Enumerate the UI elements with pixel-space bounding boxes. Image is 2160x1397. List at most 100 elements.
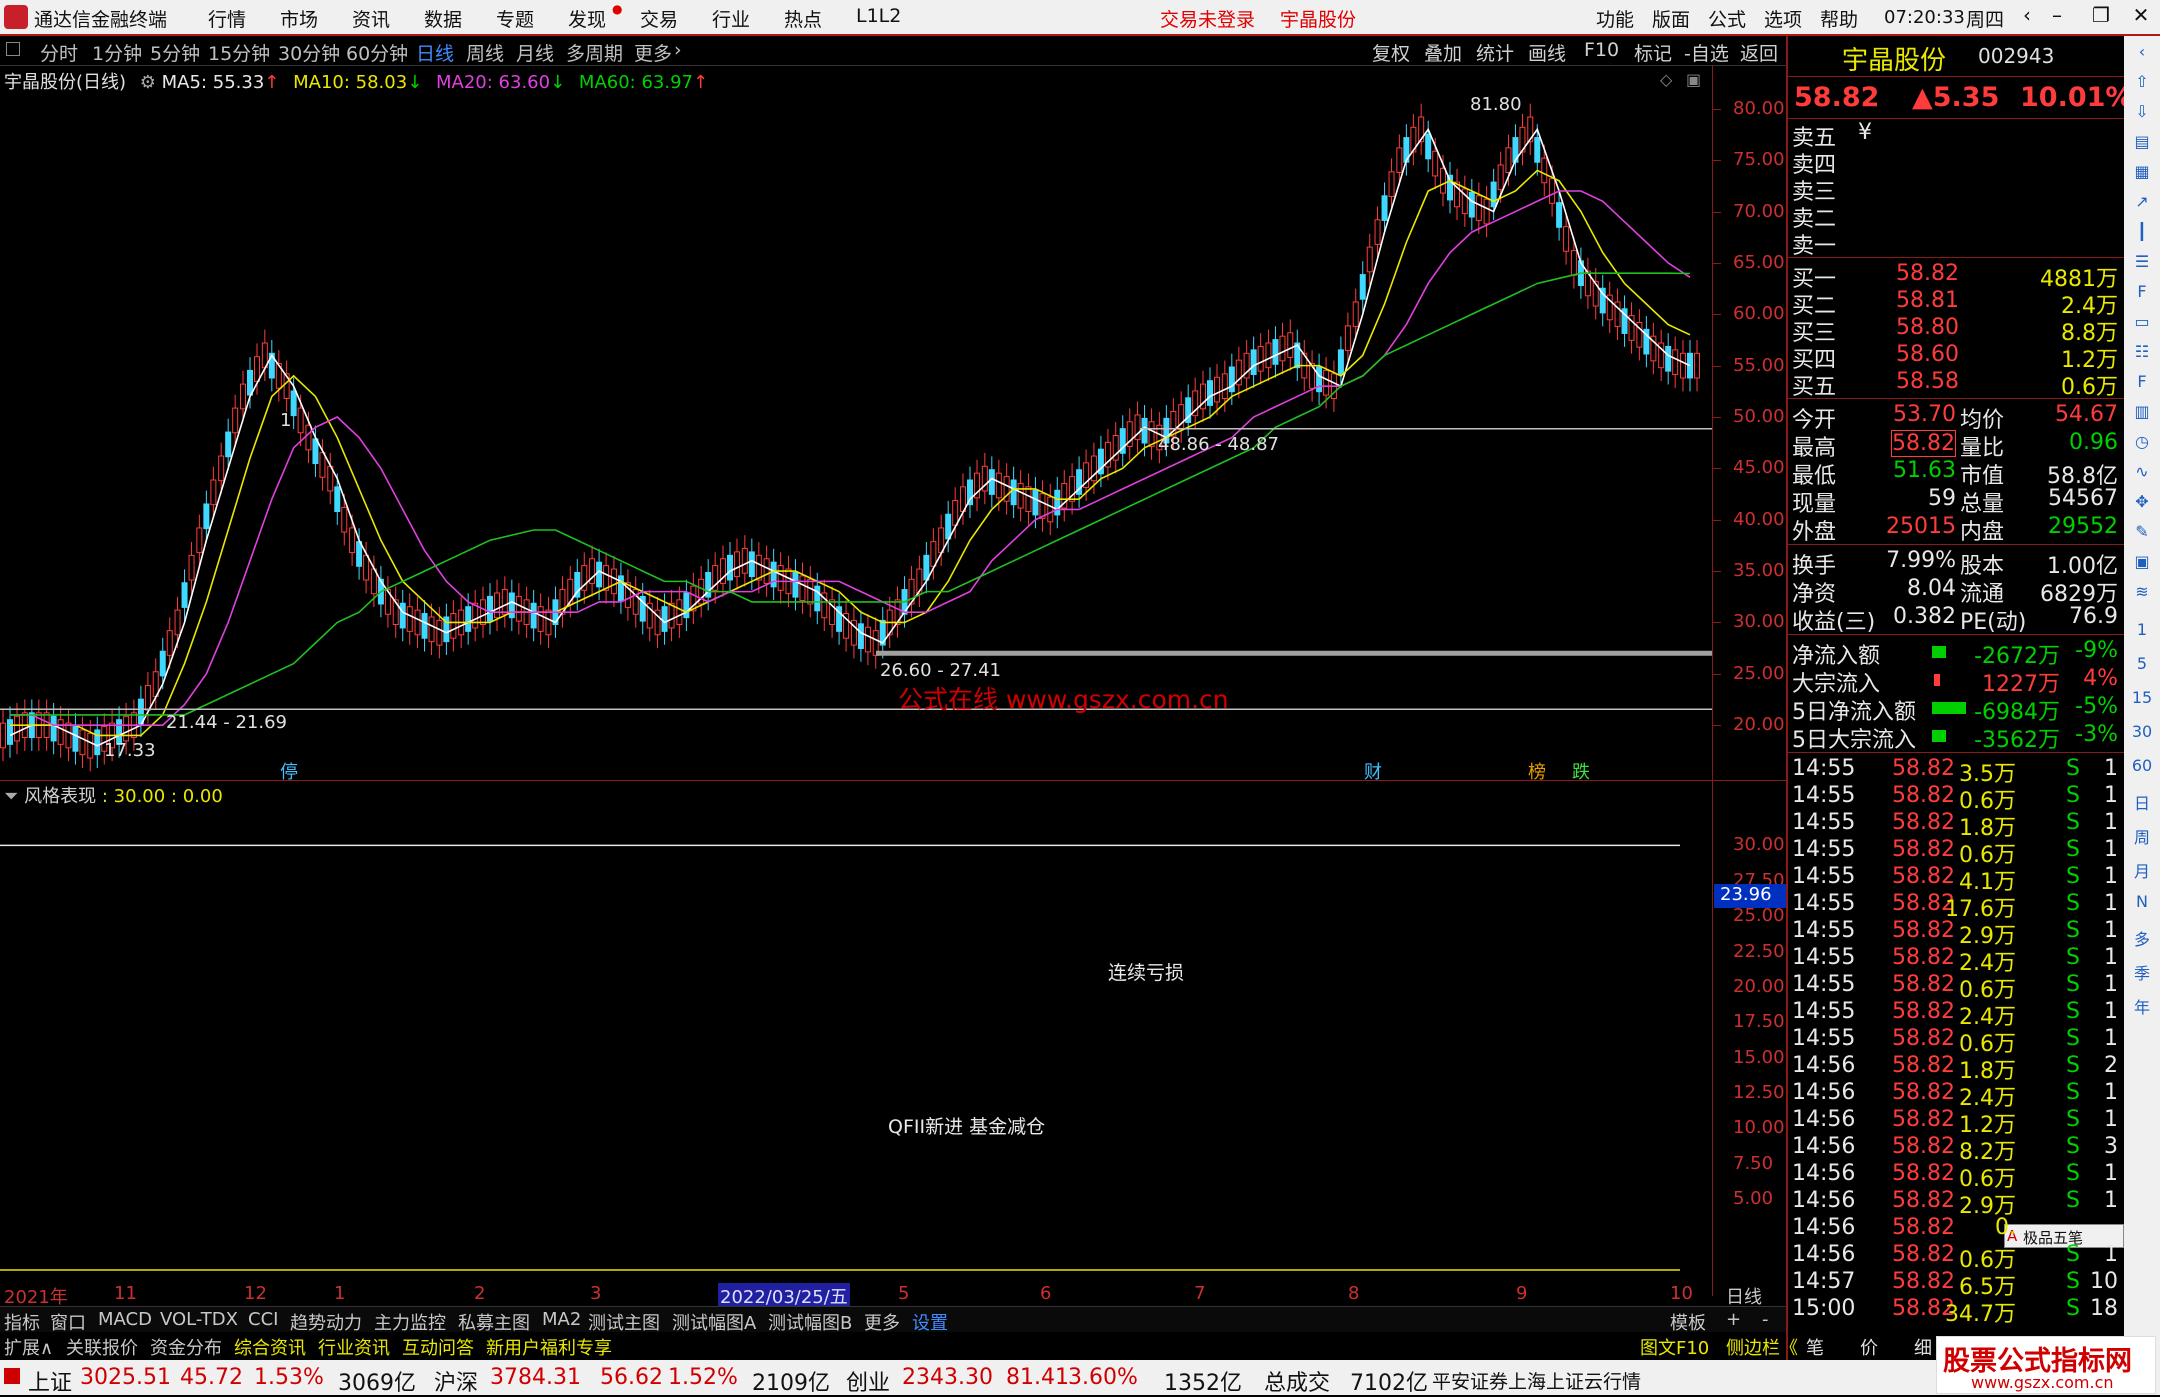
- up-icon[interactable]: ⇧: [2130, 72, 2154, 96]
- diamond-icon[interactable]: ◇: [1660, 70, 1672, 89]
- back-arrow-icon[interactable]: ‹: [2012, 3, 2042, 31]
- menu-redian[interactable]: 热点: [784, 5, 822, 32]
- doc-icon[interactable]: ▭: [2130, 312, 2154, 336]
- kline-chart[interactable]: [0, 66, 1712, 780]
- tick-price: 58.82: [1892, 1269, 1955, 1294]
- menu-l1l2[interactable]: L1L2: [856, 5, 901, 27]
- tab-cci[interactable]: CCI: [248, 1309, 278, 1330]
- window-icon[interactable]: ▣: [1686, 70, 1701, 89]
- menu-gongneng[interactable]: 功能: [1596, 5, 1634, 32]
- pen-icon[interactable]: ✎: [2130, 522, 2154, 546]
- period-weekly[interactable]: 周线: [466, 39, 504, 66]
- menu-hangqing[interactable]: 行情: [208, 5, 246, 32]
- trend-icon[interactable]: ↗: [2130, 192, 2154, 216]
- tick-count: 1: [2104, 1188, 2118, 1213]
- btn-f10[interactable]: F10: [1584, 39, 1619, 61]
- sidebar-period-8[interactable]: N: [2130, 892, 2154, 916]
- menu-hangye[interactable]: 行业: [712, 5, 750, 32]
- toggle-panel-icon[interactable]: [6, 42, 20, 56]
- period-1min[interactable]: 1分钟: [92, 39, 142, 66]
- tab-macd[interactable]: MACD: [98, 1309, 152, 1330]
- rsi-icon[interactable]: ∿: [2130, 462, 2154, 486]
- menu-xuanxiang[interactable]: 选项: [1764, 5, 1802, 32]
- menu-gongshi[interactable]: 公式: [1708, 5, 1746, 32]
- style-chart[interactable]: [0, 780, 1712, 1282]
- btn-tongji[interactable]: 统计: [1476, 39, 1514, 66]
- candle-icon[interactable]: ┃: [2130, 222, 2154, 246]
- zoom-out-button[interactable]: -: [1762, 1309, 1769, 1330]
- period-multi[interactable]: 多周期: [566, 39, 623, 66]
- down-icon[interactable]: ⇩: [2130, 102, 2154, 126]
- tick-row: 14:56 58.82 0.: [1792, 1215, 2120, 1243]
- collapse-icon[interactable]: ‹: [2130, 42, 2154, 66]
- period-60min[interactable]: 60分钟: [346, 39, 408, 66]
- sidebar-period-6[interactable]: 周: [2130, 824, 2154, 848]
- period-more[interactable]: 更多: [634, 39, 672, 66]
- sidebar-period-5[interactable]: 日: [2130, 790, 2154, 814]
- close-icon[interactable]: ✕: [2126, 3, 2156, 31]
- index-hs-name[interactable]: 沪深: [434, 1365, 478, 1397]
- sidebar-period-1[interactable]: 5: [2130, 654, 2154, 678]
- sidebar-period-7[interactable]: 月: [2130, 858, 2154, 882]
- period-fenshi[interactable]: 分时: [40, 39, 78, 66]
- tab-hudong[interactable]: 互动问答: [402, 1334, 474, 1360]
- news-icon[interactable]: ☷: [2130, 342, 2154, 366]
- period-15min[interactable]: 15分钟: [208, 39, 270, 66]
- btn-huaxian[interactable]: 画线: [1528, 39, 1566, 66]
- menu-banmian[interactable]: 版面: [1652, 5, 1690, 32]
- chevron-right-icon[interactable]: ›: [674, 39, 682, 61]
- settings-icon[interactable]: ⚙: [140, 72, 156, 93]
- period-5min[interactable]: 5分钟: [150, 39, 200, 66]
- tab-zijin[interactable]: 资金分布: [150, 1334, 222, 1360]
- tab-ma2[interactable]: MA2: [542, 1309, 581, 1330]
- f10-icon[interactable]: F: [2130, 282, 2154, 306]
- f2-icon[interactable]: F: [2130, 372, 2154, 396]
- menu-bangzhu[interactable]: 帮助: [1820, 5, 1858, 32]
- menu-zhuanti[interactable]: 专题: [496, 5, 534, 32]
- grid-icon[interactable]: ▦: [2130, 162, 2154, 186]
- menu-shuju[interactable]: 数据: [424, 5, 462, 32]
- sidebar-period-4[interactable]: 60: [2130, 756, 2154, 780]
- tab-zonghe[interactable]: 综合资讯: [234, 1334, 306, 1360]
- tab-guanlian[interactable]: 关联报价: [66, 1334, 138, 1360]
- chart-icon[interactable]: ▥: [2130, 402, 2154, 426]
- period-monthly[interactable]: 月线: [516, 39, 554, 66]
- wave-icon[interactable]: ≋: [2130, 582, 2154, 606]
- tab-tuwen-f10[interactable]: 图文F10: [1640, 1334, 1709, 1360]
- period-30min[interactable]: 30分钟: [278, 39, 340, 66]
- zoom-in-button[interactable]: +: [1726, 1309, 1741, 1330]
- btn-fanhui[interactable]: 返回: [1740, 39, 1778, 66]
- menu-faxian[interactable]: 发现: [568, 5, 606, 32]
- index-sh-name[interactable]: 上证: [28, 1365, 72, 1397]
- index-cy-name[interactable]: 创业: [846, 1365, 890, 1397]
- btn-fuquan[interactable]: 复权: [1372, 39, 1410, 66]
- tab-fuli[interactable]: 新用户福利专享: [486, 1334, 612, 1360]
- quote-header: 宇晶股份 002943: [1792, 40, 2120, 76]
- minimize-icon[interactable]: –: [2042, 3, 2072, 31]
- tab-hangye[interactable]: 行业资讯: [318, 1334, 390, 1360]
- ask-label: 卖一: [1792, 234, 1837, 259]
- btn-zixuan[interactable]: -自选: [1684, 39, 1729, 66]
- menu-zixun[interactable]: 资讯: [352, 5, 390, 32]
- menu-jiaoyi[interactable]: 交易: [640, 5, 678, 32]
- cross-icon[interactable]: ✥: [2130, 492, 2154, 516]
- sidebar-period-11[interactable]: 年: [2130, 994, 2154, 1018]
- login-status[interactable]: 交易未登录: [1160, 5, 1255, 32]
- sidebar-period-2[interactable]: 15: [2130, 688, 2154, 712]
- btn-biaoji[interactable]: 标记: [1634, 39, 1672, 66]
- quote-price: 58.82: [1794, 82, 1880, 113]
- period-daily[interactable]: 日线: [416, 39, 454, 66]
- restore-icon[interactable]: ❐: [2086, 3, 2116, 31]
- sidebar-period-9[interactable]: 多: [2130, 926, 2154, 950]
- cube-icon[interactable]: ▣: [2130, 552, 2154, 576]
- sidebar-period-3[interactable]: 30: [2130, 722, 2154, 746]
- btn-diejia[interactable]: 叠加: [1424, 39, 1462, 66]
- clock-icon[interactable]: ◷: [2130, 432, 2154, 456]
- list-icon[interactable]: ☰: [2130, 252, 2154, 276]
- warn-icon[interactable]: ▤: [2130, 132, 2154, 156]
- sidebar-period-0[interactable]: 1: [2130, 620, 2154, 644]
- menu-shichang[interactable]: 市场: [280, 5, 318, 32]
- tab-expand[interactable]: 扩展∧: [4, 1334, 53, 1360]
- sidebar-period-10[interactable]: 季: [2130, 960, 2154, 984]
- tab-vol-tdx[interactable]: VOL-TDX: [160, 1309, 238, 1330]
